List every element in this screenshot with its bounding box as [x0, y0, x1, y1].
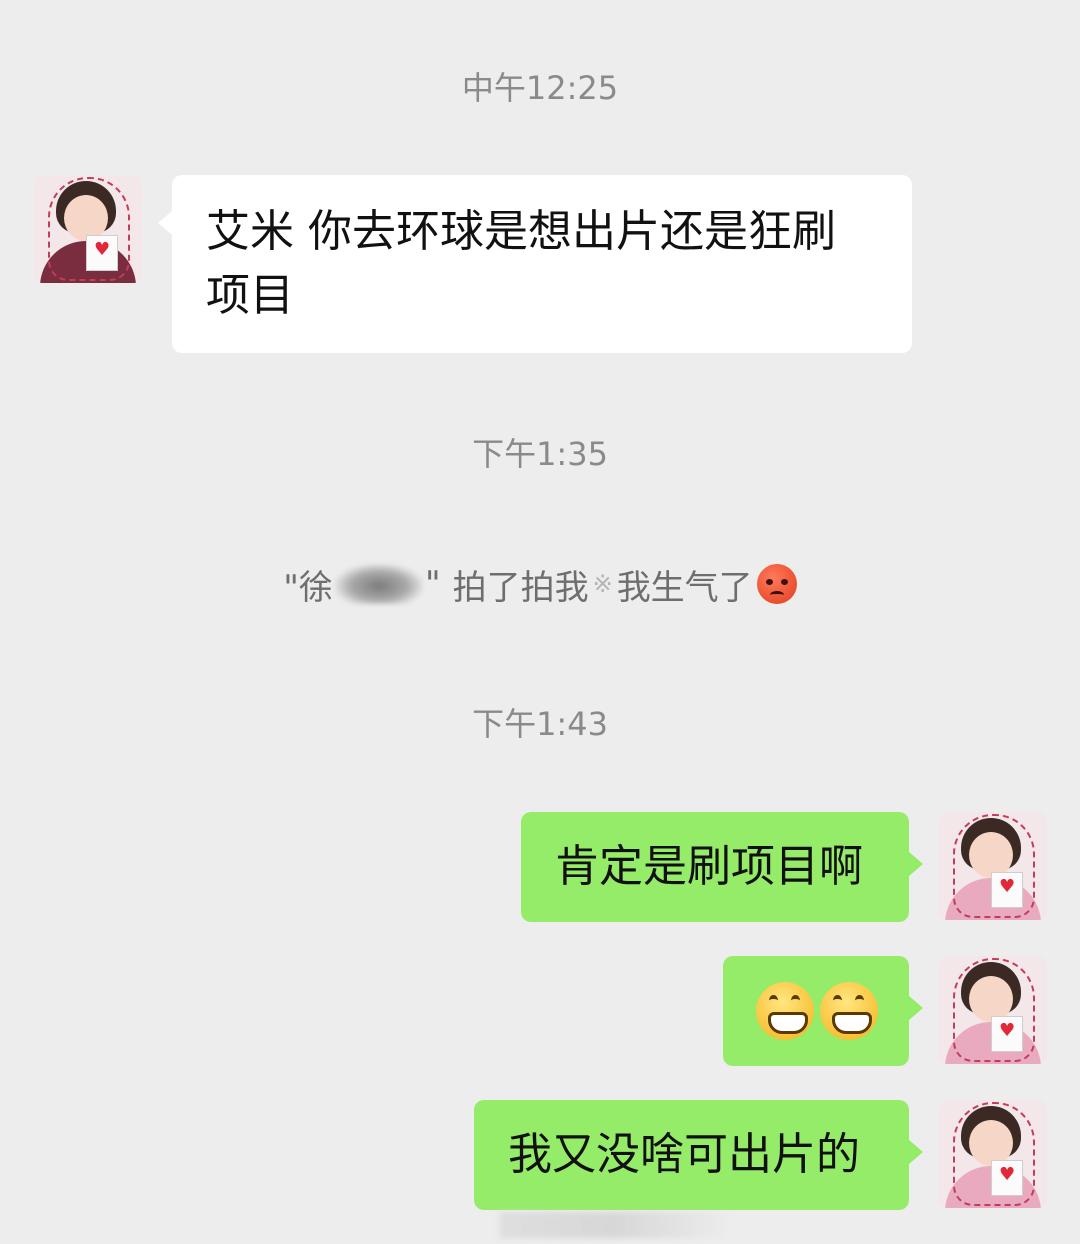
my-avatar[interactable] [939, 812, 1047, 920]
timestamp: 下午1:43 [472, 705, 608, 743]
message-text: 艾米 你去环球是想出片还是狂刷项目 [206, 206, 836, 321]
blurred-nickname [334, 564, 423, 604]
pat-text: 拍了拍我 [452, 567, 589, 608]
my-avatar[interactable] [939, 956, 1047, 1064]
incoming-message-bubble[interactable]: 艾米 你去环球是想出片还是狂刷项目 [158, 175, 912, 353]
outgoing-message-bubble[interactable]: 我又没啥可出片的 [474, 1100, 923, 1210]
quote-open: "徐 [283, 567, 333, 608]
timestamp: 下午1:35 [472, 435, 608, 473]
blurred-watermark [500, 1212, 730, 1238]
message-text: 肯定是刷项目啊 [555, 841, 863, 892]
pat-suffix: 我生气了 [616, 567, 753, 608]
timestamp: 中午12:25 [461, 69, 619, 107]
quote-close: " [424, 564, 441, 604]
grinning-face-icon [756, 982, 814, 1040]
grinning-face-icon [820, 982, 878, 1040]
contact-avatar[interactable] [34, 175, 142, 283]
outgoing-emoji-bubble[interactable] [723, 956, 923, 1066]
message-text: 我又没啥可出片的 [508, 1129, 860, 1180]
angry-face-icon [756, 564, 797, 604]
sparkle-icon: ※ [592, 570, 613, 598]
outgoing-message-bubble[interactable]: 肯定是刷项目啊 [521, 812, 923, 922]
pat-notice: "徐 " 拍了拍我 ※ 我生气了 [0, 560, 1080, 608]
my-avatar[interactable] [939, 1100, 1047, 1208]
